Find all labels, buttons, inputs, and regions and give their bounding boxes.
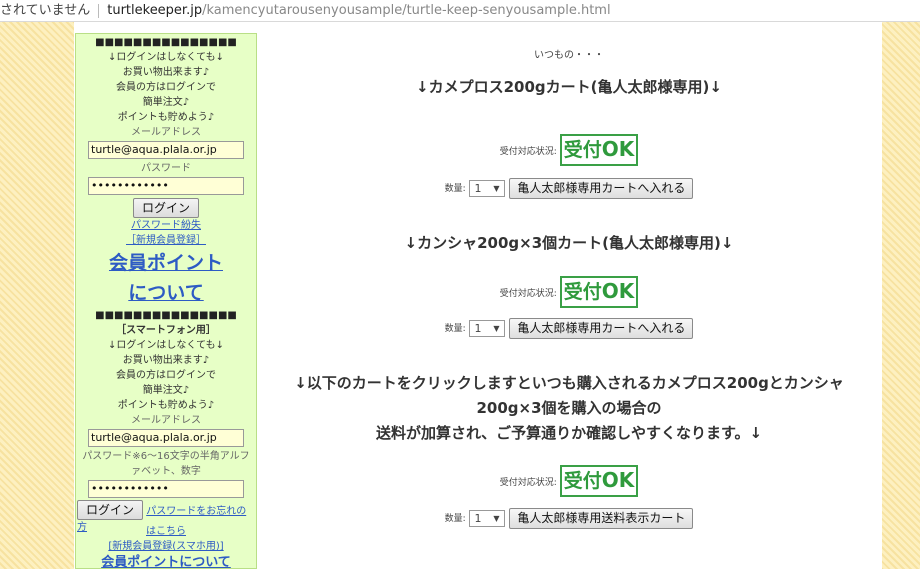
divider-dots: ■■■■■■■■■■■■■■■ xyxy=(95,37,237,48)
status-label: 受付対応状況: xyxy=(499,288,557,299)
address-bar[interactable]: されていません turtlekeeper.jp/kamencyutarouseny… xyxy=(0,0,920,22)
section-1-status: 受付対応状況: 受付OK xyxy=(262,134,876,168)
add-to-cart-button[interactable]: 亀人太郎様専用カートへ入れる xyxy=(509,318,694,339)
login-note-2: お買い物出来ます♪ xyxy=(122,67,210,78)
email-field[interactable]: turtle@aqua.plala.or.jp xyxy=(88,141,244,159)
member-points-link-line2[interactable]: について xyxy=(76,278,256,308)
sp-register-link[interactable]: [新規会員登録(スマホ用)] xyxy=(76,539,256,554)
sp-email-field[interactable]: turtle@aqua.plala.or.jp xyxy=(88,429,244,447)
sp-login-button[interactable]: ログイン xyxy=(77,500,144,520)
section-3-quantity-row: 数量: 1 ▼ 亀人太郎様専用送料表示カート xyxy=(262,508,876,529)
section-3-title-line3: 送料が加算され、ご予算通りか確認しやすくなります。↓ xyxy=(375,424,763,442)
password-label: パスワード xyxy=(141,163,191,174)
status-ok-badge: 受付OK xyxy=(559,465,639,497)
quantity-label: 数量: xyxy=(444,324,466,334)
password-field[interactable]: •••••••••••• xyxy=(88,177,244,195)
section-3-status: 受付対応状況: 受付OK xyxy=(262,465,876,499)
chevron-down-icon: ▼ xyxy=(493,514,500,523)
login-note-3: 会員の方はログインで xyxy=(116,82,216,93)
status-label: 受付対応状況: xyxy=(499,146,557,157)
url-host: turtlekeeper.jp xyxy=(107,3,203,18)
chevron-down-icon: ▼ xyxy=(493,324,500,333)
section-1-quantity-row: 数量: 1 ▼ 亀人太郎様専用カートへ入れる xyxy=(262,178,876,199)
section-3-title-line1: ↓以下のカートをクリックしますといつも購入されるカメプロス200gとカンシャ xyxy=(294,374,844,392)
sp-email-label: メールアドレス xyxy=(131,415,201,426)
login-note-1: ↓ログインはしなくても↓ xyxy=(108,52,224,63)
add-to-cart-button[interactable]: 亀人太郎様専用カートへ入れる xyxy=(509,178,694,199)
divider-dots-2: ■■■■■■■■■■■■■■■ xyxy=(95,310,237,321)
intro-note: いつもの・・・ xyxy=(534,50,604,61)
sp-password-label-1: パスワード※6～16文字の半角アルフ xyxy=(82,451,250,462)
url-path: /kamencyutarousenyousample/turtle-keep-s… xyxy=(202,3,611,18)
sp-login-note-5: ポイントも貯めよう♪ xyxy=(117,400,215,411)
sp-password-field[interactable]: •••••••••••• xyxy=(88,480,244,498)
section-2-title: ↓カンシャ200g×3個カート(亀人太郎様専用)↓ xyxy=(404,234,734,252)
quantity-select[interactable]: 1 ▼ xyxy=(468,180,505,197)
quantity-label: 数量: xyxy=(444,514,466,524)
chevron-down-icon: ▼ xyxy=(493,184,500,193)
register-link[interactable]: ［新規会員登録］ xyxy=(76,233,256,248)
email-label: メールアドレス xyxy=(131,127,201,138)
forgot-password-link[interactable]: パスワード紛失 xyxy=(76,218,256,233)
login-note-4: 簡単注文♪ xyxy=(142,97,190,108)
sp-login-note-1: ↓ログインはしなくても↓ xyxy=(108,340,224,351)
status-label: 受付対応状況: xyxy=(499,477,557,488)
shipping-cart-button[interactable]: 亀人太郎様専用送料表示カート xyxy=(509,508,694,529)
member-points-link-line1[interactable]: 会員ポイント xyxy=(76,248,256,278)
security-status[interactable]: されていません xyxy=(0,3,90,18)
smartphone-heading: ［スマートフォン用］ xyxy=(116,325,216,336)
main-content: いつもの・・・ ↓カメプロス200gカート(亀人太郎様専用)↓ 受付対応状況: … xyxy=(262,22,876,569)
section-1-title: ↓カメプロス200gカート(亀人太郎様専用)↓ xyxy=(416,78,722,96)
quantity-select[interactable]: 1 ▼ xyxy=(468,320,505,337)
status-ok-badge: 受付OK xyxy=(559,134,639,166)
sp-login-note-4: 簡単注文♪ xyxy=(142,385,190,396)
address-separator xyxy=(98,3,100,18)
sp-login-note-2: お買い物出来ます♪ xyxy=(122,355,210,366)
login-button[interactable]: ログイン xyxy=(132,198,199,218)
section-2-quantity-row: 数量: 1 ▼ 亀人太郎様専用カートへ入れる xyxy=(262,318,876,339)
section-2-status: 受付対応状況: 受付OK xyxy=(262,276,876,310)
sp-login-note-3: 会員の方はログインで xyxy=(116,370,216,381)
quantity-label: 数量: xyxy=(444,184,466,194)
status-ok-badge: 受付OK xyxy=(559,276,639,308)
login-note-5: ポイントも貯めよう♪ xyxy=(117,112,215,123)
sp-password-label-2: ァベット、数字 xyxy=(131,466,201,477)
section-3-title-line2: 200g×3個を購入の場合の xyxy=(476,399,662,417)
sp-member-points-link[interactable]: 会員ポイントについて xyxy=(76,554,256,569)
sp-forgot-password-link-2[interactable]: はこちら xyxy=(76,524,256,539)
sidebar: ■■■■■■■■■■■■■■■ ↓ログインはしなくても↓ お買い物出来ます♪ 会… xyxy=(75,33,257,569)
quantity-select[interactable]: 1 ▼ xyxy=(468,510,505,527)
